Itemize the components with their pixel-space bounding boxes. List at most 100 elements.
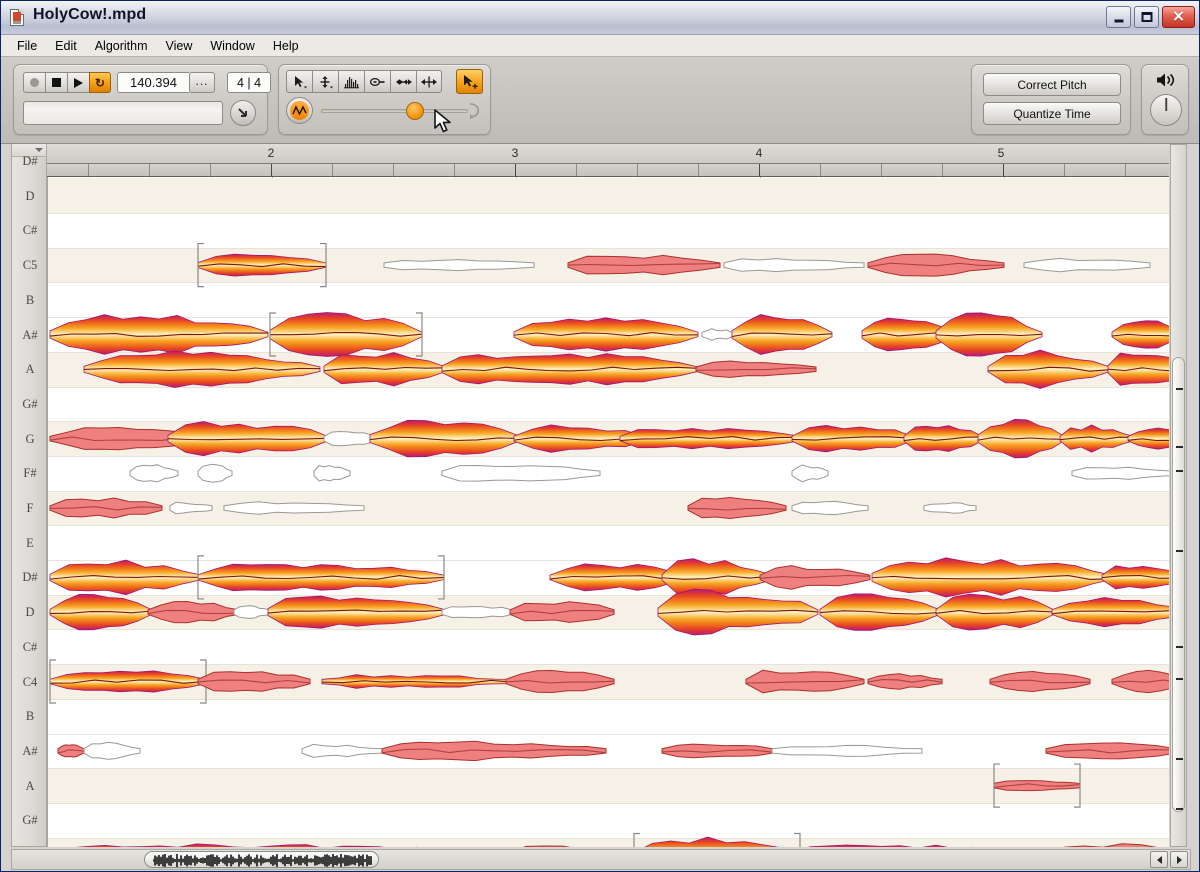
menu-item-file[interactable]: File (8, 37, 46, 55)
note-blob[interactable] (198, 244, 326, 287)
note-blob[interactable] (620, 429, 800, 449)
note-blob[interactable] (50, 660, 206, 703)
note-blob[interactable] (50, 844, 508, 847)
note-blob[interactable] (1024, 258, 1150, 271)
note-blob[interactable] (868, 254, 1004, 276)
note-blob[interactable] (84, 351, 320, 388)
scroll-right-button[interactable] (1170, 851, 1188, 868)
quantize-time-button[interactable]: Quantize Time (983, 102, 1121, 125)
note-blob[interactable] (506, 671, 614, 693)
zoom-slider-track[interactable] (321, 97, 484, 124)
note-blob[interactable] (662, 744, 772, 758)
tempo-options-button[interactable]: ... (189, 72, 215, 93)
note-blob[interactable] (634, 833, 800, 847)
loop-button[interactable]: ↻ (89, 72, 111, 93)
note-blob[interactable] (270, 313, 422, 357)
minimize-button[interactable] (1106, 6, 1131, 28)
note-blob[interactable] (696, 361, 816, 377)
timeline-ruler[interactable]: 2345 (47, 144, 1169, 164)
maximize-button[interactable] (1134, 6, 1159, 28)
note-blob[interactable] (50, 594, 152, 629)
zoom-slider-handle[interactable] (406, 102, 424, 120)
note-blob[interactable] (1112, 670, 1169, 692)
note-blob[interactable] (234, 606, 270, 619)
play-button[interactable] (67, 72, 89, 93)
note-blob[interactable] (170, 502, 212, 513)
note-blob[interactable] (792, 465, 828, 482)
note-blob[interactable] (868, 674, 942, 690)
correct-pitch-button[interactable]: Correct Pitch (983, 73, 1121, 96)
waveform-toggle-button[interactable] (286, 97, 313, 124)
note-blob[interactable] (510, 602, 614, 623)
note-blob[interactable] (568, 255, 720, 274)
note-blob[interactable] (314, 466, 350, 481)
info-field[interactable] (23, 101, 223, 125)
note-blob[interactable] (268, 596, 446, 628)
note-blob[interactable] (84, 742, 140, 759)
close-button[interactable]: ✕ (1162, 6, 1195, 28)
note-blob[interactable] (904, 426, 982, 452)
tool-arrow-plus[interactable] (456, 69, 483, 94)
note-blob[interactable] (872, 558, 1112, 597)
note-blob[interactable] (990, 672, 1090, 692)
tempo-field[interactable]: 140.394 (117, 72, 189, 93)
note-blob[interactable] (792, 501, 868, 514)
note-blob[interactable] (746, 670, 864, 693)
tool-amplitude[interactable] (338, 70, 364, 93)
horizontal-scrollbar[interactable] (11, 849, 1191, 870)
note-blob[interactable] (732, 315, 832, 355)
note-blob[interactable] (936, 313, 1042, 356)
record-button[interactable] (23, 72, 45, 93)
note-blob[interactable] (1072, 467, 1169, 479)
horizontal-scroll-thumb[interactable] (144, 851, 379, 868)
note-blob[interactable] (1108, 353, 1169, 385)
note-blob[interactable] (302, 744, 382, 757)
note-blob[interactable] (50, 315, 268, 355)
tool-arrow[interactable] (286, 70, 312, 93)
note-blob[interactable] (224, 502, 364, 515)
note-blob[interactable] (688, 498, 786, 519)
tool-time-move[interactable] (390, 70, 416, 93)
note-blob[interactable] (508, 846, 636, 847)
note-blob[interactable] (792, 425, 912, 451)
note-blob[interactable] (130, 465, 178, 482)
menu-item-window[interactable]: Window (201, 37, 263, 55)
note-blob[interactable] (370, 420, 520, 457)
vertical-scrollbar[interactable] (1170, 144, 1187, 847)
stop-button[interactable] (45, 72, 67, 93)
menu-item-edit[interactable]: Edit (46, 37, 86, 55)
snap-to-grid-button[interactable] (230, 100, 256, 126)
note-blob[interactable] (50, 498, 162, 518)
note-blob[interactable] (322, 675, 512, 689)
note-blob[interactable] (724, 259, 864, 272)
note-blob[interactable] (324, 353, 446, 386)
pitch-grid-canvas[interactable] (47, 177, 1169, 847)
note-blob[interactable] (58, 745, 84, 757)
menu-item-view[interactable]: View (157, 37, 202, 55)
note-blob[interactable] (442, 354, 698, 385)
menu-item-algorithm[interactable]: Algorithm (86, 37, 157, 55)
note-blob[interactable] (772, 745, 922, 756)
note-blob-layer[interactable] (48, 177, 1169, 847)
note-blob[interactable] (442, 607, 512, 618)
note-blob[interactable] (924, 503, 976, 514)
vertical-scroll-thumb[interactable] (1172, 357, 1185, 812)
note-blob[interactable] (936, 594, 1054, 630)
scroll-left-button[interactable] (1150, 851, 1168, 868)
time-signature-field[interactable]: 4 | 4 (227, 72, 271, 93)
note-blob[interactable] (384, 260, 534, 271)
note-blob[interactable] (168, 422, 328, 456)
note-blob[interactable] (978, 419, 1064, 458)
note-blob[interactable] (1052, 598, 1169, 627)
note-blob[interactable] (50, 560, 202, 595)
menu-item-help[interactable]: Help (264, 37, 308, 55)
note-blob[interactable] (658, 589, 818, 635)
note-blob[interactable] (198, 672, 310, 692)
note-blob[interactable] (988, 350, 1110, 388)
note-blob[interactable] (820, 594, 940, 630)
tool-stretch[interactable] (416, 70, 442, 93)
tool-pitch-move[interactable] (312, 70, 338, 93)
note-blob[interactable] (994, 764, 1080, 807)
note-blob[interactable] (792, 845, 1044, 847)
note-blob[interactable] (662, 559, 772, 596)
